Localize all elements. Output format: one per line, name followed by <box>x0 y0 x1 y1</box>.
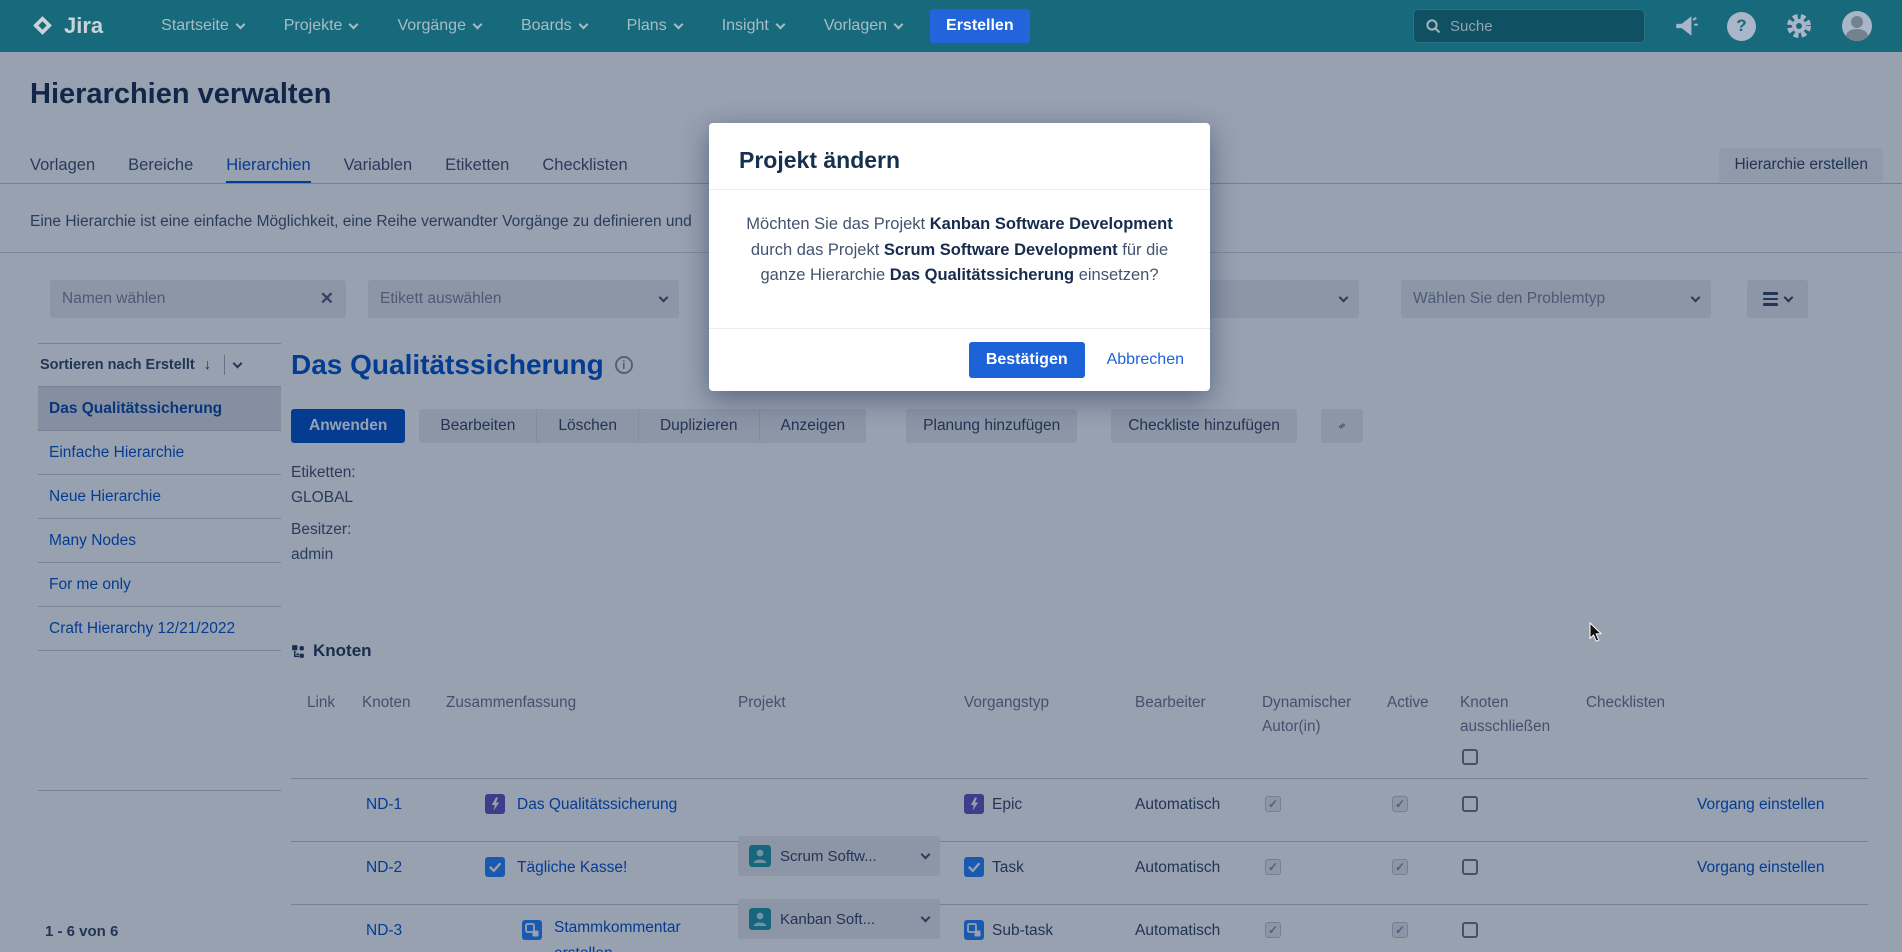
nav-right: Suche ? <box>1413 9 1872 43</box>
announcement-icon[interactable] <box>1673 13 1699 39</box>
chevron-down-icon <box>473 19 483 29</box>
dialog-footer: Bestätigen Abbrechen <box>709 328 1210 391</box>
user-avatar[interactable] <box>1842 11 1872 41</box>
avatar-head <box>1851 16 1863 28</box>
change-project-dialog: Projekt ändern Möchten Sie das Projekt K… <box>709 123 1210 391</box>
jira-logo[interactable]: Jira <box>30 13 103 39</box>
chevron-down-icon <box>894 19 904 29</box>
chevron-down-icon <box>775 19 785 29</box>
nav-item-startseite[interactable]: Startseite <box>161 17 244 35</box>
gear-icon[interactable] <box>1784 11 1814 41</box>
top-nav: Jira Startseite Projekte Vorgänge Boards… <box>0 0 1902 52</box>
chevron-down-icon <box>235 19 245 29</box>
avatar-body <box>1846 29 1868 41</box>
confirm-button[interactable]: Bestätigen <box>969 342 1085 378</box>
new-project-name: Scrum Software Development <box>884 241 1118 259</box>
dialog-message: Möchten Sie das Projekt Kanban Software … <box>709 190 1210 328</box>
dialog-header: Projekt ändern <box>709 123 1210 190</box>
old-project-name: Kanban Software Development <box>930 215 1173 233</box>
nav-item-insight[interactable]: Insight <box>722 17 784 35</box>
chevron-down-icon <box>673 19 683 29</box>
cancel-button[interactable]: Abbrechen <box>1107 351 1184 369</box>
search-icon <box>1425 18 1441 34</box>
nav-menu: Startseite Projekte Vorgänge Boards Plan… <box>161 17 902 35</box>
dialog-title: Projekt ändern <box>739 147 1180 174</box>
nav-item-projekte[interactable]: Projekte <box>284 17 358 35</box>
nav-item-vorlagen[interactable]: Vorlagen <box>824 17 902 35</box>
nav-item-boards[interactable]: Boards <box>521 17 587 35</box>
chevron-down-icon <box>349 19 359 29</box>
chevron-down-icon <box>578 19 588 29</box>
nav-item-vorgaenge[interactable]: Vorgänge <box>397 17 481 35</box>
search-placeholder: Suche <box>1450 18 1493 35</box>
nav-item-plans[interactable]: Plans <box>627 17 682 35</box>
hierarchy-name: Das Qualitätssicherung <box>890 266 1074 284</box>
search-input[interactable]: Suche <box>1413 9 1645 43</box>
help-icon[interactable]: ? <box>1727 12 1756 41</box>
jira-app: Jira Startseite Projekte Vorgänge Boards… <box>0 0 1902 952</box>
jira-logo-icon <box>30 14 55 39</box>
create-button[interactable]: Erstellen <box>930 9 1030 43</box>
brand-text: Jira <box>64 13 103 39</box>
